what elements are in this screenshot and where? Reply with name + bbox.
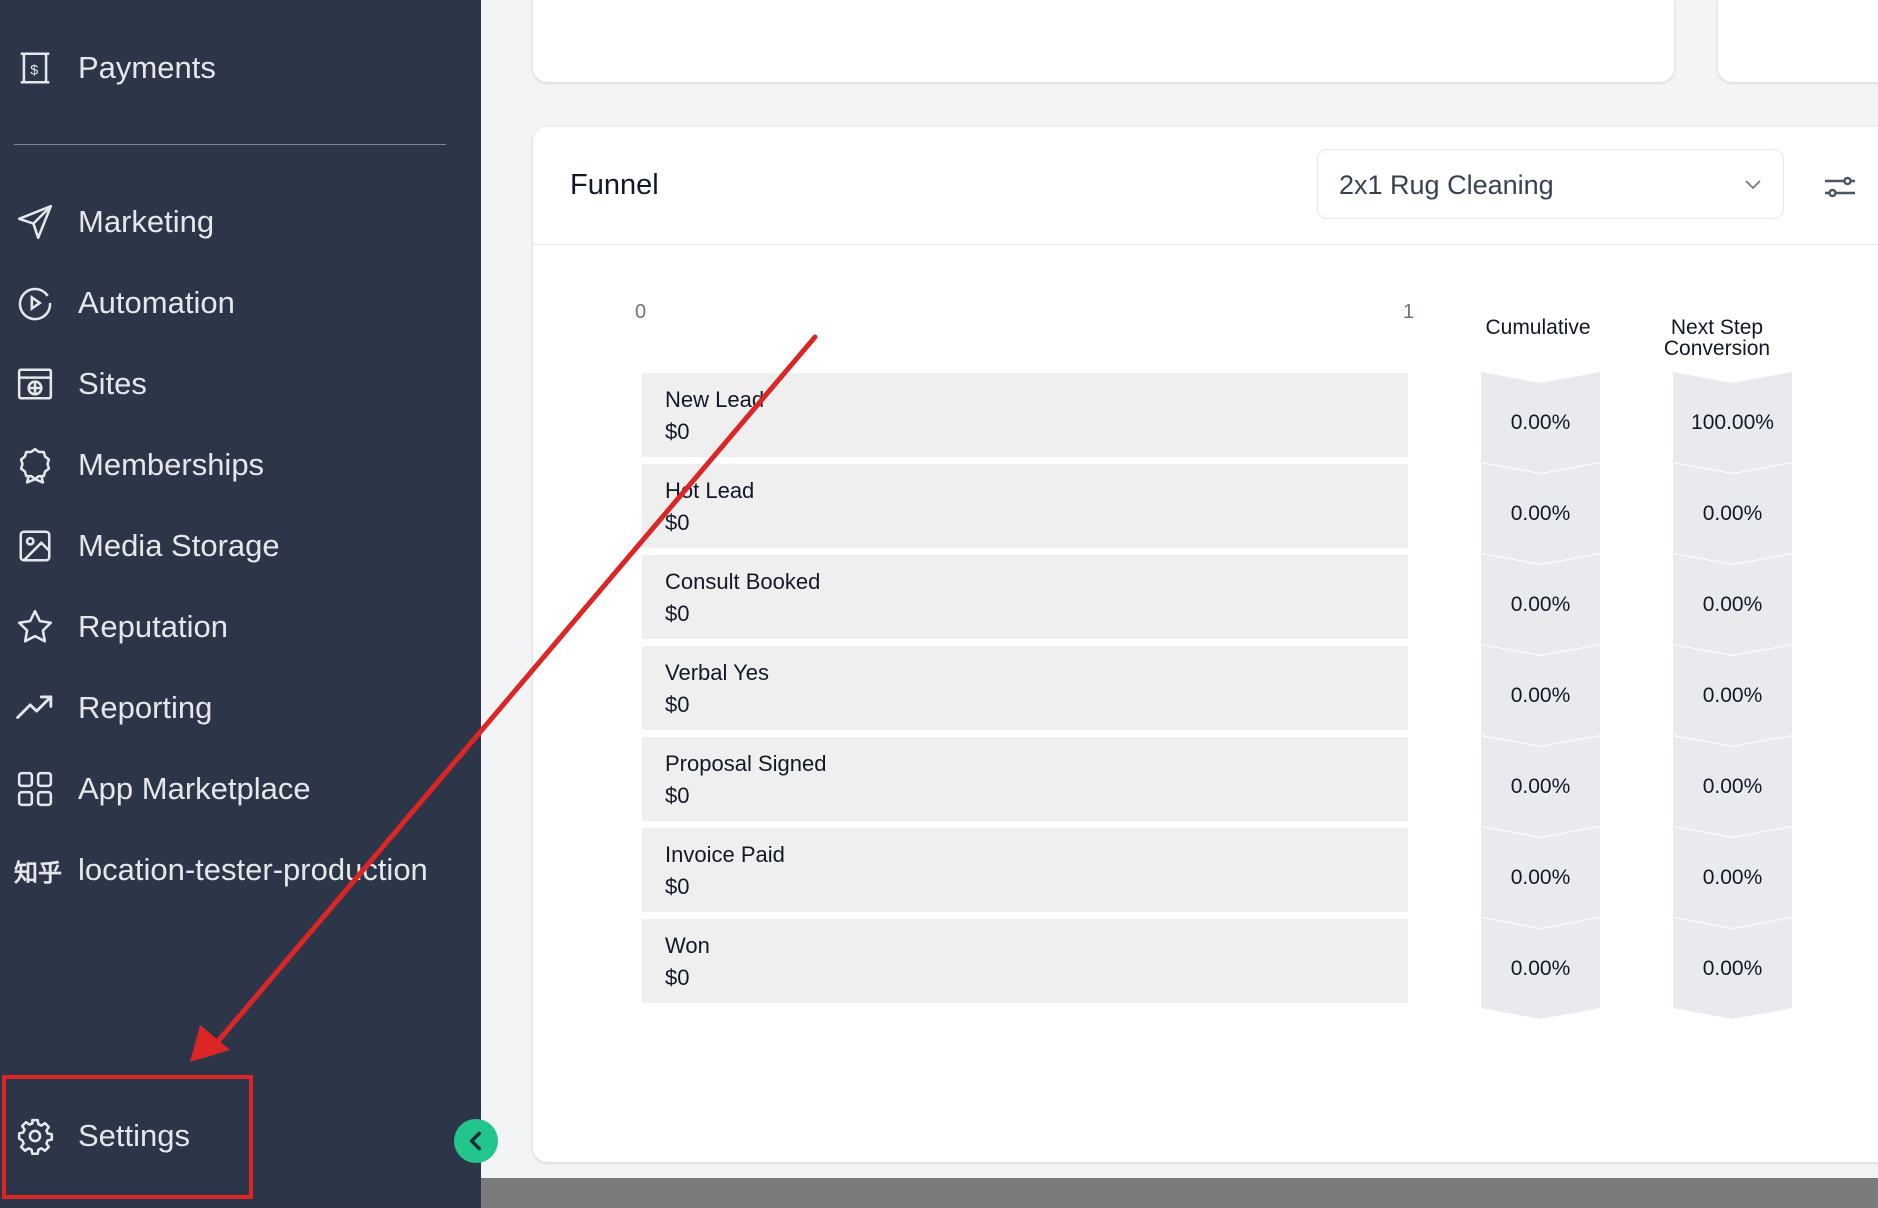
cumulative-header: Cumulative [1485, 316, 1591, 339]
sidebar-item-reputation[interactable]: Reputation [14, 597, 228, 657]
sidebar-item-payments[interactable]: $ Payments [14, 38, 216, 98]
sidebar-item-label: Memberships [78, 447, 265, 482]
stage-name: Verbal Yes [665, 660, 769, 685]
next-step-header-line: Next Step [1670, 316, 1764, 339]
sidebar-item-location[interactable]: 知乎 location-tester-production [14, 840, 428, 900]
next-step-cell: 0.00% [1673, 827, 1792, 928]
sidebar-item-label: Payments [78, 50, 216, 85]
cumulative-cell: 0.00% [1481, 645, 1600, 746]
next-step-header-line: Conversion [1663, 337, 1771, 360]
play-circle-icon [14, 282, 56, 324]
next-step-cell: 100.00% [1673, 372, 1792, 473]
funnel-title: Funnel [570, 169, 659, 201]
sidebar-divider [14, 144, 446, 145]
axis-min-label: 0 [635, 301, 647, 323]
stage-name: Invoice Paid [665, 842, 785, 867]
sidebar-item-marketing[interactable]: Marketing [14, 192, 214, 252]
top-card [1718, 0, 1878, 82]
sidebar-item-memberships[interactable]: Memberships [14, 435, 264, 495]
sidebar-item-label: App Marketplace [78, 771, 311, 806]
svg-text:$: $ [30, 62, 38, 78]
stage-value: $0 [665, 965, 690, 990]
next-step-cell: 0.00% [1673, 736, 1792, 837]
stage-value: $0 [665, 783, 690, 808]
stage-value: $0 [665, 419, 690, 444]
cumulative-cell: 0.00% [1481, 372, 1600, 473]
collapse-sidebar-button[interactable] [454, 1119, 498, 1163]
stage-value: $0 [665, 692, 690, 717]
cumulative-cell: 0.00% [1481, 736, 1600, 837]
stage-value: $0 [665, 601, 690, 626]
pipeline-select[interactable]: 2x1 Rug Cleaning [1317, 149, 1784, 219]
send-icon [14, 201, 56, 243]
stage-name: New Lead [665, 387, 765, 412]
cumulative-cell: 0.00% [1481, 463, 1600, 564]
funnel-stage-bar: Hot Lead $0 [642, 464, 1408, 548]
trending-up-icon [14, 687, 56, 729]
stage-name: Consult Booked [665, 569, 821, 594]
star-icon [14, 606, 56, 648]
cumulative-cell: 0.00% [1481, 918, 1600, 1019]
payments-icon: $ [14, 47, 56, 89]
stage-name: Hot Lead [665, 478, 755, 503]
funnel-stage-bar: Proposal Signed $0 [642, 737, 1408, 821]
globe-window-icon [14, 363, 56, 405]
sidebar-item-label: location-tester-production [78, 852, 428, 887]
cumulative-cell: 0.00% [1481, 554, 1600, 655]
grid-icon [14, 768, 56, 810]
stage-name: Proposal Signed [665, 751, 827, 776]
funnel-stage-bar: Invoice Paid $0 [642, 828, 1408, 912]
top-card [533, 0, 1674, 82]
funnel-stage-bar: New Lead $0 [642, 373, 1408, 457]
zhihu-icon: 知乎 [14, 859, 62, 887]
sidebar-item-label: Sites [78, 366, 147, 401]
image-icon [14, 525, 56, 567]
sidebar-item-label: Media Storage [78, 528, 280, 563]
badge-icon [14, 444, 56, 486]
next-step-cell: 0.00% [1673, 645, 1792, 746]
stage-value: $0 [665, 510, 690, 535]
sidebar-item-media-storage[interactable]: Media Storage [14, 516, 280, 576]
funnel-card: Funnel 2x1 Rug Cleaning 0 1 Cumulative N… [533, 127, 1878, 1162]
sidebar-item-label: Marketing [78, 204, 215, 239]
pipeline-select-value: 2x1 Rug Cleaning [1339, 170, 1554, 200]
funnel-stage-bar: Won $0 [642, 919, 1408, 1003]
next-step-cell: 0.00% [1673, 918, 1792, 1019]
chevron-left-icon [469, 1131, 481, 1151]
funnel-stage-bar: Consult Booked $0 [642, 555, 1408, 639]
funnel-stage-bar: Verbal Yes $0 [642, 646, 1408, 730]
cumulative-cell: 0.00% [1481, 827, 1600, 928]
sidebar-item-automation[interactable]: Automation [14, 273, 235, 333]
sidebar-item-label: Reporting [78, 690, 213, 725]
sidebar-item-app-marketplace[interactable]: App Marketplace [14, 759, 311, 819]
horizontal-scrollbar[interactable] [481, 1178, 1878, 1208]
sidebar-item-label: Reputation [78, 609, 228, 644]
annotation-highlight-box [2, 1075, 253, 1199]
next-step-header: Next Step Conversion [1657, 317, 1777, 359]
sidebar-item-reporting[interactable]: Reporting [14, 678, 212, 738]
funnel-header: Funnel 2x1 Rug Cleaning [533, 127, 1878, 245]
stage-value: $0 [665, 874, 690, 899]
axis-max-label: 1 [1403, 301, 1415, 323]
stage-name: Won [665, 933, 710, 958]
sidebar-item-sites[interactable]: Sites [14, 354, 147, 414]
chevron-down-icon [1745, 180, 1761, 190]
sidebar-item-label: Automation [78, 285, 235, 320]
sidebar: $ Payments Marketing Automation Sites Me… [0, 0, 481, 1208]
next-step-cell: 0.00% [1673, 554, 1792, 655]
filter-settings-icon[interactable] [1822, 169, 1858, 205]
next-step-cell: 0.00% [1673, 463, 1792, 564]
